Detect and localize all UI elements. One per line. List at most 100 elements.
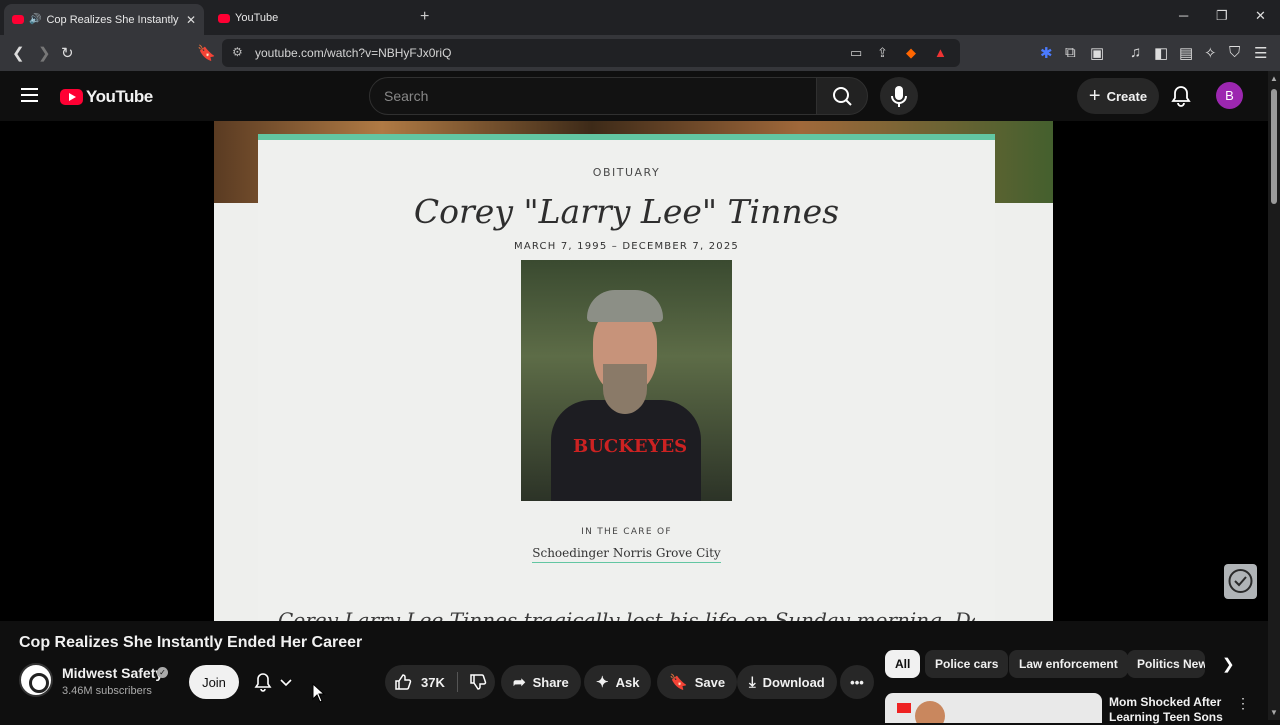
download-label: Download: [762, 674, 825, 690]
thumbs-down-icon: [470, 674, 487, 690]
bell-icon: [1171, 86, 1191, 107]
notification-settings-button[interactable]: [250, 667, 302, 697]
address-bar[interactable]: ⚙ youtube.com/watch?v=NBHyFJx0riQ ▭ ⇪ ◆ …: [222, 39, 960, 67]
wallet-icon[interactable]: ▤: [1179, 44, 1193, 62]
chip-law-enforcement[interactable]: Law enforcement: [1009, 650, 1128, 678]
rewards-icon[interactable]: ▲: [934, 45, 947, 60]
chip-politics-news[interactable]: Politics New: [1127, 650, 1205, 678]
badge-icon: [1228, 569, 1253, 593]
subscriber-count: 3.46M subscribers: [62, 685, 152, 697]
like-button[interactable]: 37K: [385, 665, 445, 699]
download-icon: ⤓: [749, 673, 756, 691]
back-icon[interactable]: ❮: [12, 44, 25, 62]
chip-all[interactable]: All: [885, 650, 921, 678]
video-frame: OBITUARY Corey "Larry Lee" Tinnes MARCH …: [214, 121, 1053, 621]
ask-button[interactable]: ✦ Ask: [584, 665, 652, 699]
obituary-page: OBITUARY Corey "Larry Lee" Tinnes MARCH …: [258, 134, 995, 621]
more-vertical-icon[interactable]: ⋮: [1236, 695, 1250, 712]
close-window-icon[interactable]: ✕: [1255, 8, 1266, 24]
vpn-icon[interactable]: ✱: [1040, 44, 1053, 62]
channel-avatar[interactable]: [19, 663, 53, 697]
recommendation-title[interactable]: Mom Shocked After Learning Teen Sons: [1109, 695, 1229, 725]
funeral-home: Schoedinger Norris Grove City: [258, 546, 995, 563]
channel-name[interactable]: Midwest Safety: [62, 665, 163, 681]
youtube-logo[interactable]: YouTube: [60, 87, 153, 107]
sidebar-icon[interactable]: ◧: [1154, 44, 1168, 62]
tab-title: Cop Realizes She Instantly En: [46, 13, 179, 26]
screenshot-icon[interactable]: ▣: [1090, 44, 1104, 62]
channel-watermark[interactable]: [1224, 564, 1257, 599]
tab-youtube[interactable]: YouTube: [212, 5, 412, 31]
leo-ai-icon[interactable]: ✧: [1204, 44, 1217, 62]
site-settings-icon[interactable]: ⚙: [232, 45, 243, 59]
search-placeholder: Search: [384, 88, 429, 104]
page-scrollbar[interactable]: ▲ ▼: [1268, 71, 1280, 720]
share-page-icon[interactable]: ⇪: [877, 45, 888, 61]
frame-margin-right: [995, 203, 1053, 621]
new-tab-icon[interactable]: +: [420, 8, 429, 26]
restore-icon[interactable]: ❐: [1216, 8, 1228, 24]
search-input[interactable]: Search: [369, 77, 817, 115]
brave-shields-icon[interactable]: ◆: [906, 45, 916, 61]
cast-icon[interactable]: ▭: [850, 45, 862, 61]
like-count: 37K: [421, 674, 445, 690]
chip-police-cars[interactable]: Police cars: [925, 650, 1009, 678]
sparkle-icon: ✦: [596, 674, 609, 691]
video-title: Cop Realizes She Instantly Ended Her Car…: [19, 634, 363, 651]
share-button[interactable]: ➦ Share: [501, 665, 581, 699]
hoodie-text: BUCKEYES: [573, 436, 688, 457]
bookmark-icon: 🔖: [669, 674, 688, 691]
notifications-button[interactable]: [1168, 83, 1194, 114]
cap: [587, 290, 663, 322]
create-button[interactable]: + Create: [1077, 78, 1159, 114]
youtube-favicon-icon: [12, 15, 24, 24]
close-tab-icon[interactable]: ✕: [186, 13, 196, 27]
search-button[interactable]: [816, 77, 868, 115]
media-icon[interactable]: ♫: [1130, 44, 1141, 61]
hamburger-menu-icon[interactable]: [21, 88, 38, 102]
divider: [456, 672, 458, 692]
reload-icon[interactable]: ↻: [61, 44, 74, 62]
tab-title: YouTube: [235, 12, 279, 24]
youtube-header: YouTube Search + Create B: [0, 71, 1268, 121]
mouse-cursor-icon: [312, 682, 326, 708]
like-dislike-group: 37K: [385, 665, 495, 699]
video-player[interactable]: OBITUARY Corey "Larry Lee" Tinnes MARCH …: [0, 121, 1268, 621]
thumbnail-red-mark: [897, 703, 911, 713]
more-actions-button[interactable]: •••: [840, 665, 874, 699]
scroll-up-icon[interactable]: ▲: [1270, 74, 1278, 83]
browser-tab-bar: 🔊 Cop Realizes She Instantly En ✕ YouTub…: [0, 0, 1280, 35]
verified-icon: ✓: [157, 667, 168, 678]
youtube-favicon-icon: [218, 13, 230, 23]
shield-icon[interactable]: ⛉: [1229, 44, 1240, 61]
share-icon: ➦: [513, 674, 526, 691]
search-icon: [833, 87, 852, 106]
scroll-down-icon[interactable]: ▼: [1270, 708, 1278, 717]
forward-icon[interactable]: ❯: [38, 44, 51, 62]
join-button[interactable]: Join: [189, 665, 239, 699]
obituary-body-text: Corey Larry Lee Tinnes tragically lost h…: [278, 608, 975, 621]
download-button[interactable]: ⤓ Download: [737, 665, 837, 699]
save-button[interactable]: 🔖 Save: [657, 665, 738, 699]
beard: [603, 364, 647, 414]
voice-search-button[interactable]: [880, 77, 918, 115]
account-avatar[interactable]: B: [1216, 82, 1243, 109]
tab-active[interactable]: 🔊 Cop Realizes She Instantly En ✕: [4, 4, 204, 35]
recommendation-thumbnail[interactable]: [885, 693, 1102, 723]
menu-icon[interactable]: ☰: [1254, 44, 1267, 62]
extensions-icon[interactable]: ⧉: [1065, 44, 1076, 61]
obituary-photo: BUCKEYES: [521, 260, 732, 501]
bookmark-icon[interactable]: 🔖: [197, 44, 216, 62]
chevron-right-icon[interactable]: ❯: [1222, 655, 1235, 673]
create-label: Create: [1106, 88, 1148, 104]
bell-icon: [254, 673, 272, 692]
browser-toolbar: ❮ ❯ ↻ 🔖 ⚙ youtube.com/watch?v=NBHyFJx0ri…: [0, 35, 1280, 71]
scrollbar-thumb[interactable]: [1271, 89, 1277, 204]
plus-icon: +: [1088, 84, 1101, 107]
speaker-icon[interactable]: 🔊: [29, 14, 41, 25]
chevron-down-icon: [280, 679, 292, 687]
microphone-icon: [891, 86, 907, 107]
obituary-label: OBITUARY: [592, 166, 661, 179]
dislike-button[interactable]: [468, 665, 488, 699]
minimize-icon[interactable]: ─: [1179, 8, 1188, 23]
